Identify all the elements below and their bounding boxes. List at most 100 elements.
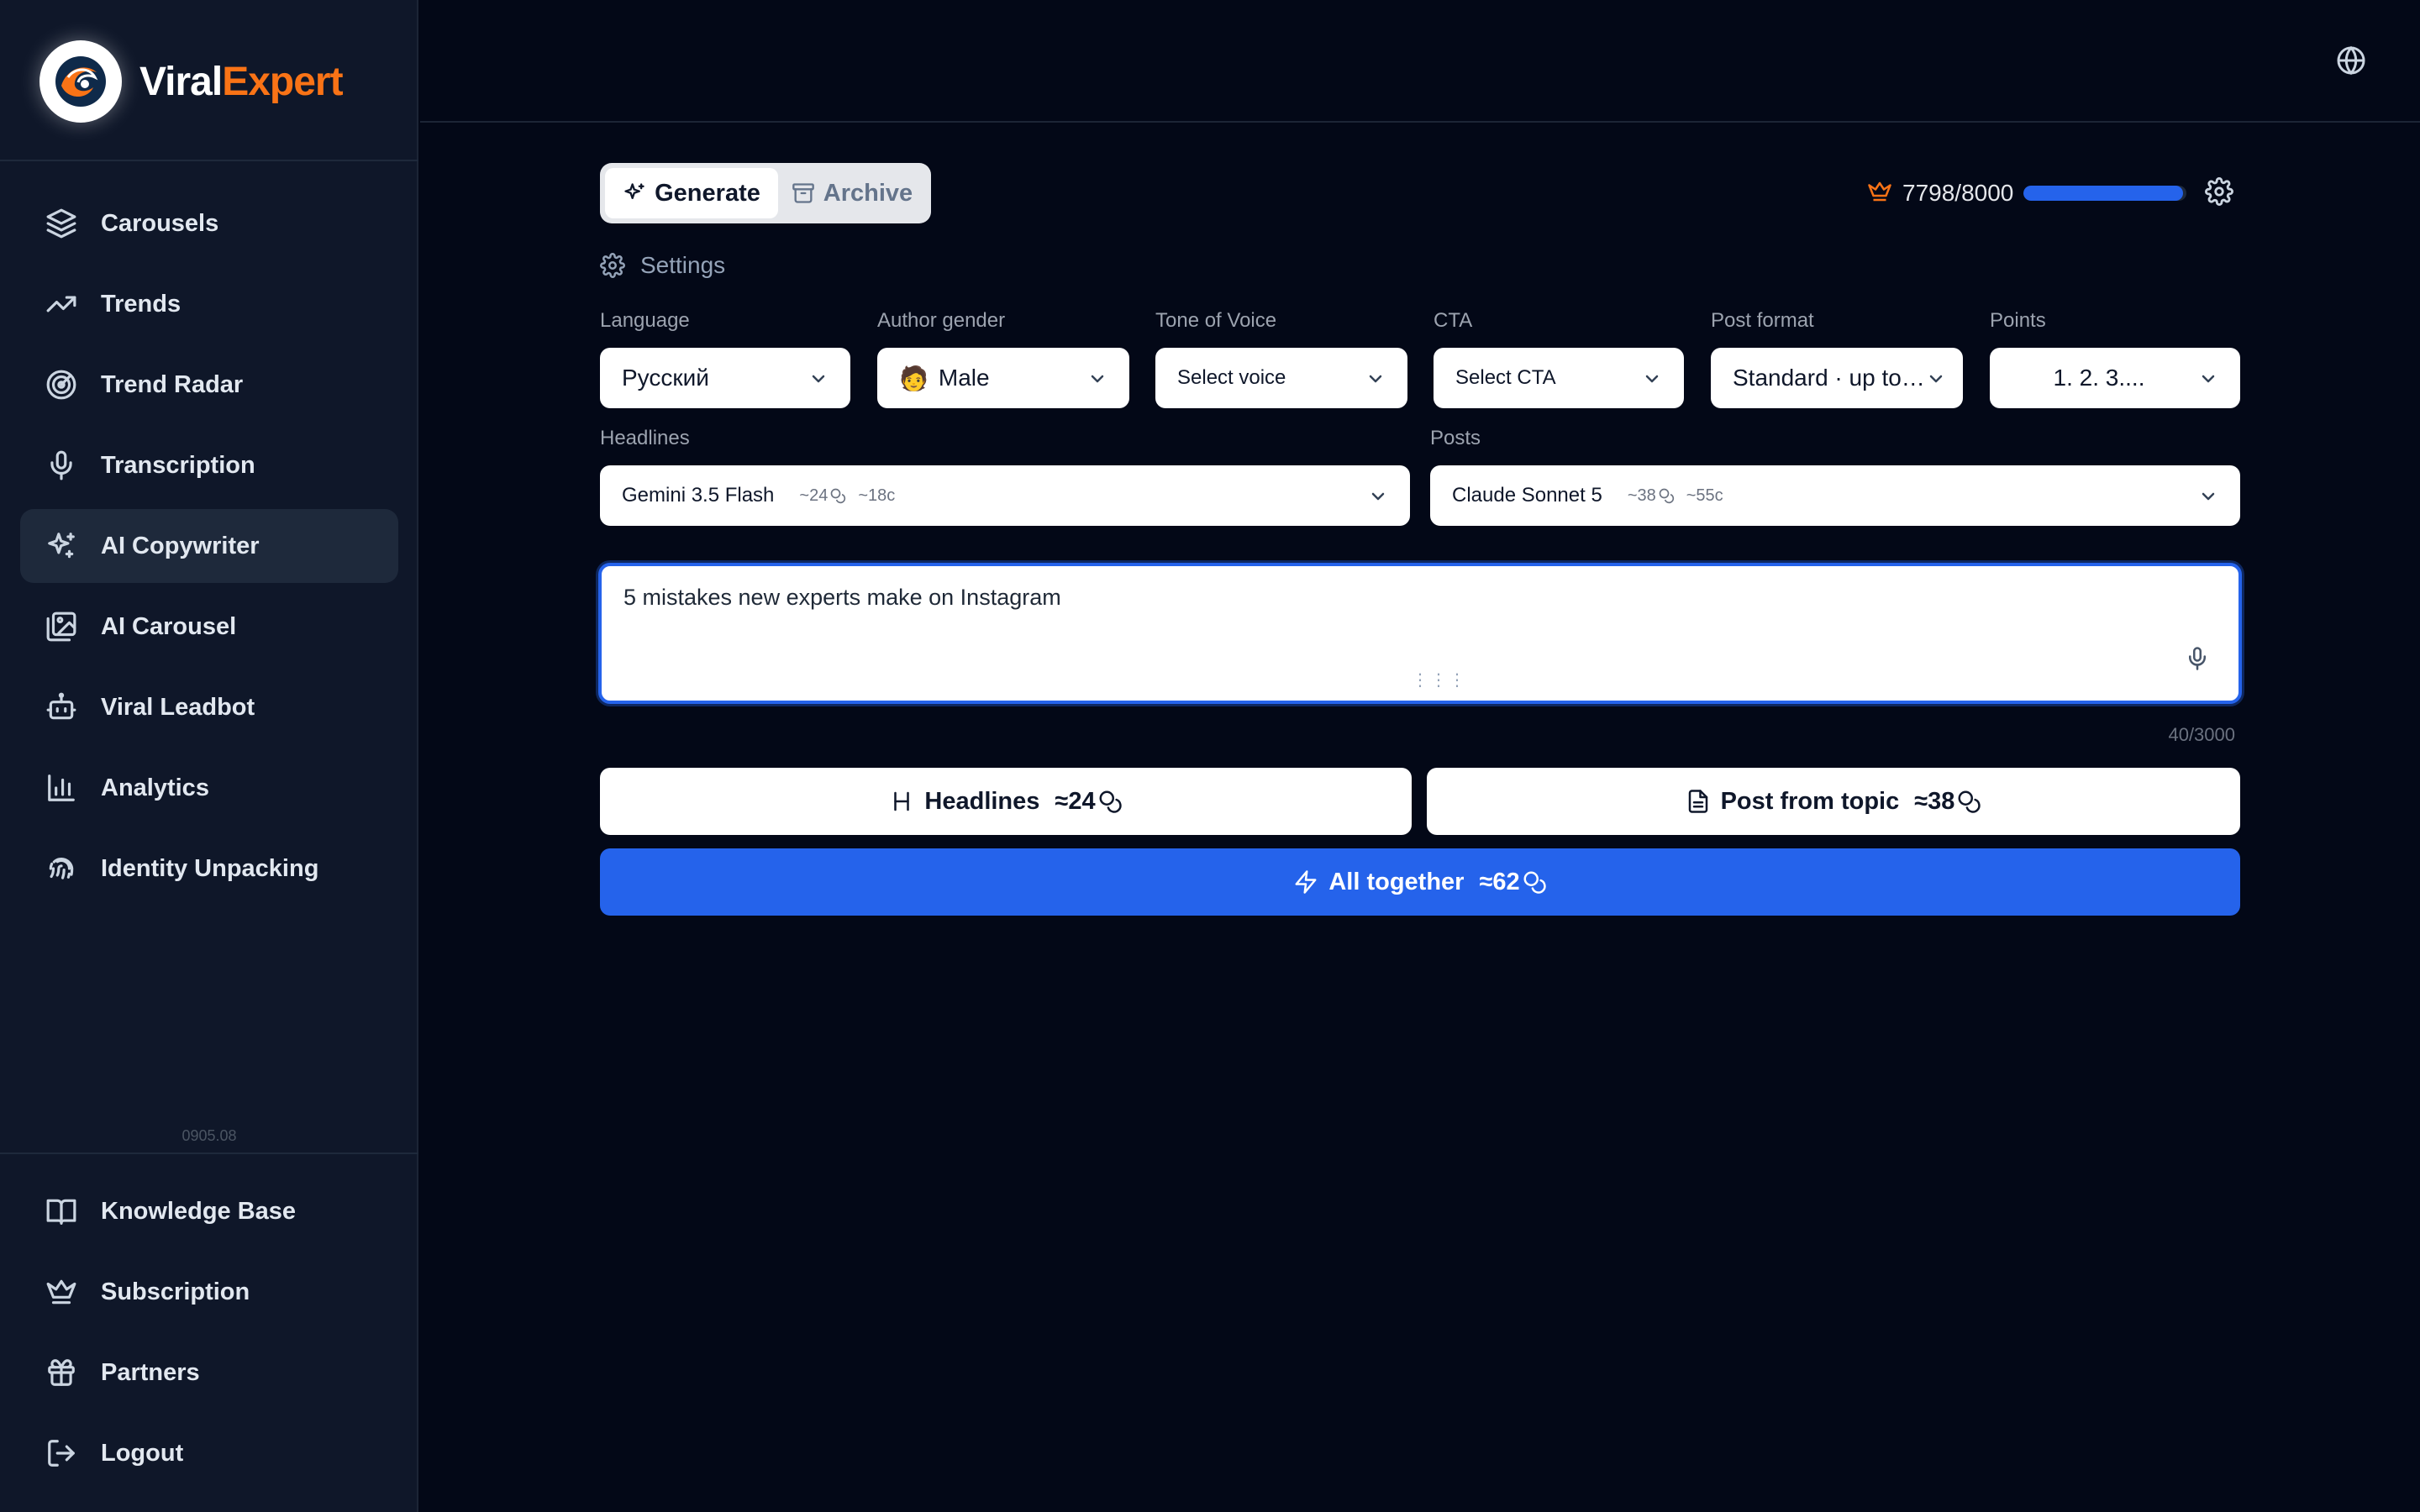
microphone-icon[interactable] bbox=[2185, 646, 2210, 677]
logo-icon[interactable] bbox=[39, 40, 122, 123]
generate-all-button[interactable]: All together ≈62 bbox=[600, 848, 2240, 916]
quota-indicator: 7798/8000 bbox=[1867, 176, 2234, 210]
button-cost: ≈62 bbox=[1479, 869, 1546, 896]
cta-select[interactable]: Select CTA bbox=[1434, 348, 1684, 408]
post-from-topic-button[interactable]: Post from topic ≈38 bbox=[1427, 768, 2240, 835]
brand-name-part2: Expert bbox=[222, 60, 343, 104]
lightning-icon bbox=[1293, 869, 1318, 895]
tab-generate[interactable]: Generate bbox=[605, 168, 778, 218]
sidebar-item-partners[interactable]: Partners bbox=[20, 1336, 398, 1410]
cost-value: ≈38 bbox=[1914, 787, 1955, 815]
tab-archive[interactable]: Archive bbox=[778, 168, 926, 218]
sidebar-item-label: Identity Unpacking bbox=[101, 854, 319, 882]
sidebar-item-analytics[interactable]: Analytics bbox=[20, 751, 398, 825]
globe-icon[interactable] bbox=[2336, 45, 2366, 76]
tone-value: Select voice bbox=[1177, 366, 1286, 389]
language-select[interactable]: Русский bbox=[600, 348, 850, 408]
posts-model-cost: ~38 ~55c bbox=[1628, 486, 1723, 506]
cents-value: ~55c bbox=[1686, 486, 1723, 505]
sidebar-item-knowledge-base[interactable]: Knowledge Base bbox=[20, 1174, 398, 1248]
sidebar-item-label: Knowledge Base bbox=[101, 1197, 297, 1225]
book-icon bbox=[45, 1195, 77, 1227]
sparkles-icon bbox=[45, 530, 77, 562]
brand-name: ViralExpert bbox=[139, 59, 344, 105]
gift-icon bbox=[45, 1357, 77, 1389]
headlines-model-cost: ~24 ~18c bbox=[799, 486, 895, 506]
sidebar-item-label: Carousels bbox=[101, 209, 219, 237]
sidebar-item-carousels[interactable]: Carousels bbox=[20, 186, 398, 260]
sidebar-item-ai-copywriter[interactable]: AI Copywriter bbox=[20, 509, 398, 583]
cents-value: ~18c bbox=[858, 486, 896, 505]
sidebar-item-ai-carousel[interactable]: AI Carousel bbox=[20, 590, 398, 664]
chevron-down-icon bbox=[808, 368, 829, 388]
layers-icon bbox=[45, 207, 77, 239]
format-select[interactable]: Standard · up to… bbox=[1711, 348, 1963, 408]
top-bar bbox=[420, 0, 2420, 123]
headlines-model-label: Headlines bbox=[600, 427, 690, 449]
sidebar-item-identity-unpacking[interactable]: Identity Unpacking bbox=[20, 832, 398, 906]
coins-icon bbox=[1099, 790, 1122, 813]
tone-label: Tone of Voice bbox=[1155, 309, 1277, 332]
gender-value: Male bbox=[938, 365, 990, 391]
radar-icon bbox=[45, 369, 77, 401]
format-value: Standard · up to… bbox=[1733, 365, 1925, 391]
topic-text: 5 mistakes new experts make on Instagram bbox=[623, 585, 1061, 610]
sidebar-item-label: Partners bbox=[101, 1358, 200, 1386]
sidebar: ViralExpert Carousels Trends Trend Radar… bbox=[0, 0, 418, 1512]
format-label: Post format bbox=[1711, 309, 1814, 332]
char-counter: 40/3000 bbox=[2168, 724, 2235, 745]
cost-value: ≈24 bbox=[1055, 787, 1096, 815]
tone-select[interactable]: Select voice bbox=[1155, 348, 1407, 408]
settings-title: Settings bbox=[640, 252, 726, 278]
mode-tabs: Generate Archive bbox=[600, 163, 931, 223]
gender-label: Author gender bbox=[877, 309, 1006, 332]
sidebar-item-logout[interactable]: Logout bbox=[20, 1416, 398, 1490]
cta-value: Select CTA bbox=[1455, 366, 1556, 389]
generate-headlines-button[interactable]: Headlines ≈24 bbox=[600, 768, 1412, 835]
chevron-down-icon bbox=[1642, 368, 1662, 388]
sidebar-item-label: Analytics bbox=[101, 774, 209, 801]
bar-chart-icon bbox=[45, 772, 77, 804]
sidebar-item-label: Viral Leadbot bbox=[101, 693, 255, 721]
brand-header: ViralExpert bbox=[0, 0, 418, 161]
coins-icon bbox=[831, 488, 846, 504]
crown-icon bbox=[45, 1276, 77, 1308]
brand-name-part1: Viral bbox=[139, 60, 223, 104]
trending-up-icon bbox=[45, 288, 77, 320]
language-label: Language bbox=[600, 309, 690, 332]
points-value: 1. 2. 3.... bbox=[2053, 365, 2145, 391]
sidebar-item-viral-leadbot[interactable]: Viral Leadbot bbox=[20, 670, 398, 744]
sidebar-item-subscription[interactable]: Subscription bbox=[20, 1255, 398, 1329]
heading-icon bbox=[889, 789, 914, 814]
topic-input[interactable]: 5 mistakes new experts make on Instagram… bbox=[598, 563, 2242, 704]
quota-text: 7798/8000 bbox=[1902, 180, 2014, 206]
language-value: Русский bbox=[622, 365, 709, 391]
quota-progress-bar bbox=[2023, 186, 2187, 201]
button-cost: ≈38 bbox=[1914, 788, 1981, 816]
chevron-down-icon bbox=[2198, 486, 2218, 506]
sidebar-item-trends[interactable]: Trends bbox=[20, 267, 398, 341]
sidebar-item-label: Trends bbox=[101, 290, 182, 318]
gear-icon[interactable] bbox=[2205, 176, 2234, 210]
chevron-down-icon bbox=[1368, 486, 1388, 506]
chevron-down-icon bbox=[2198, 368, 2218, 388]
sidebar-item-label: Logout bbox=[101, 1439, 184, 1467]
posts-model-value: Claude Sonnet 5 bbox=[1452, 484, 1602, 507]
sidebar-bottom-nav: Knowledge Base Subscription Partners Log… bbox=[20, 1174, 398, 1497]
person-emoji-icon: 🧑 bbox=[899, 364, 929, 392]
headlines-model-select[interactable]: Gemini 3.5 Flash ~24 ~18c bbox=[600, 465, 1410, 526]
gear-icon bbox=[600, 253, 625, 278]
coins-icon bbox=[1523, 871, 1546, 894]
resize-grip-icon[interactable]: ⋮⋮⋮ bbox=[1412, 669, 1467, 690]
points-select[interactable]: 1. 2. 3.... bbox=[1990, 348, 2240, 408]
app-version: 0905.08 bbox=[182, 1127, 237, 1144]
sidebar-item-transcription[interactable]: Transcription bbox=[20, 428, 398, 502]
sidebar-item-label: Subscription bbox=[101, 1278, 250, 1305]
bot-icon bbox=[45, 691, 77, 723]
posts-model-select[interactable]: Claude Sonnet 5 ~38 ~55c bbox=[1430, 465, 2240, 526]
gender-select[interactable]: 🧑 Male bbox=[877, 348, 1129, 408]
sidebar-item-trend-radar[interactable]: Trend Radar bbox=[20, 348, 398, 422]
coins-icon bbox=[1958, 790, 1981, 813]
settings-toggle[interactable]: Settings bbox=[600, 252, 725, 279]
quota-progress-fill bbox=[2023, 186, 2183, 201]
